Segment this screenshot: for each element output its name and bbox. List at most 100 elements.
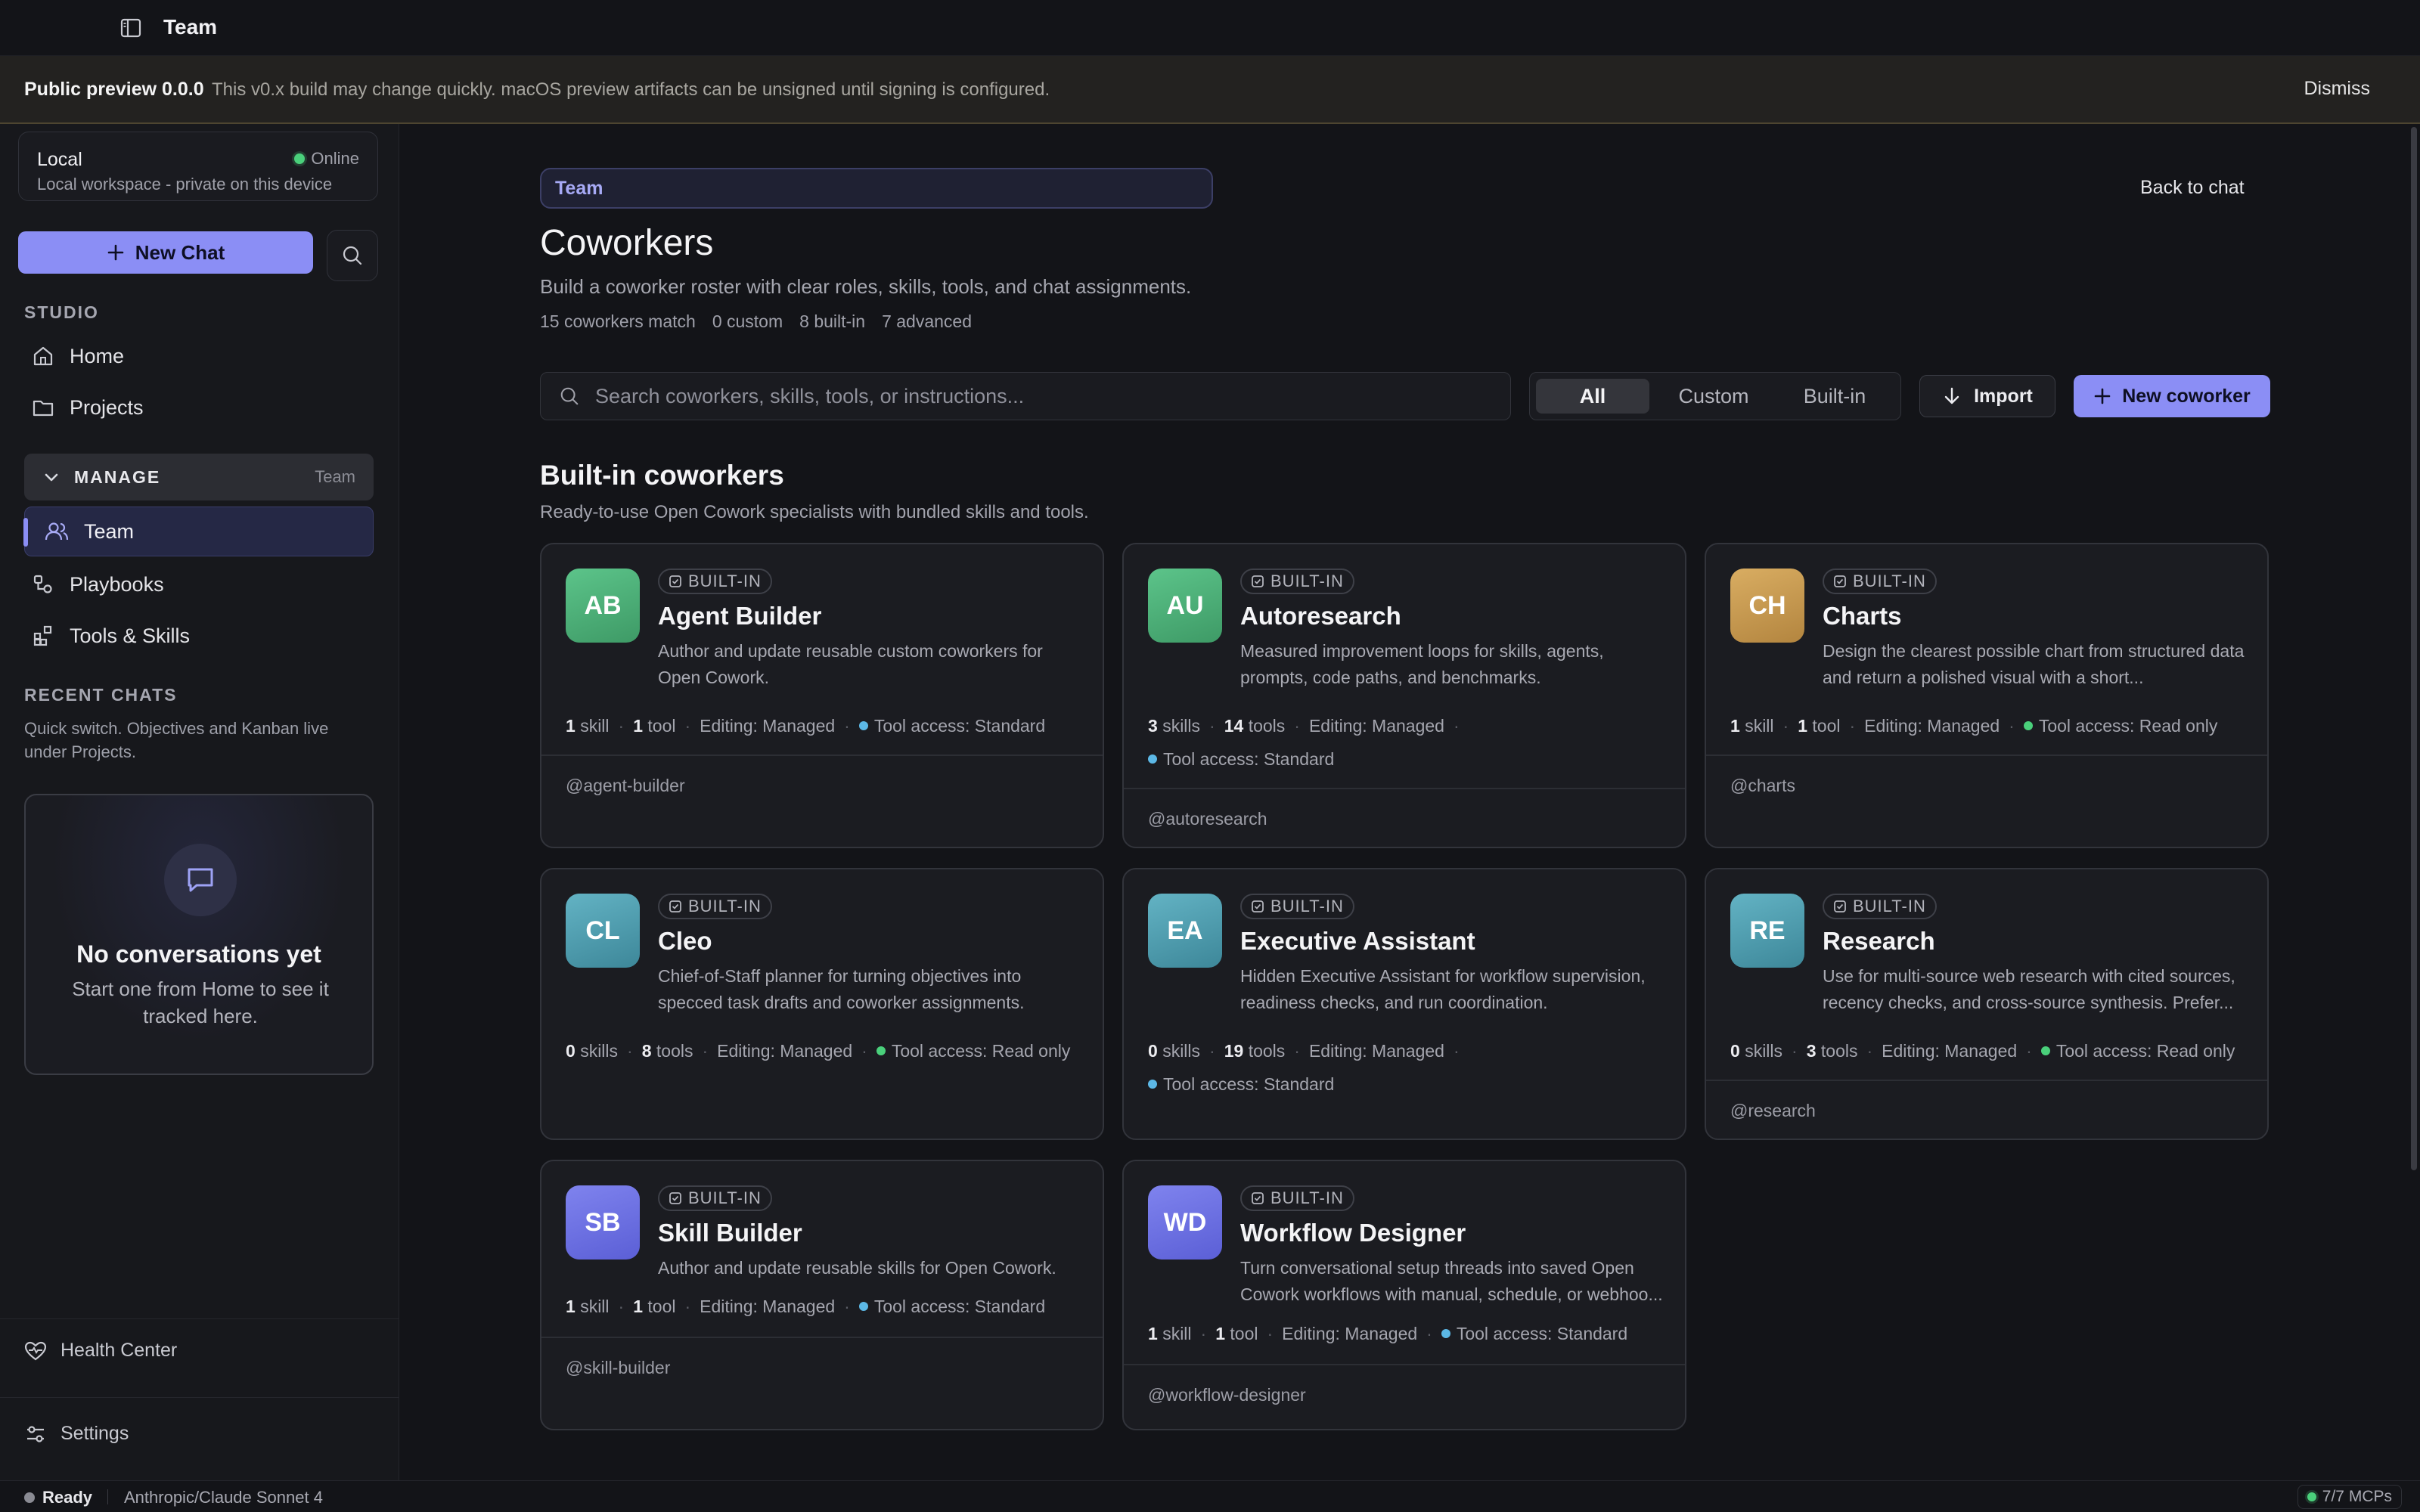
tools-count: 8 tools (642, 1034, 693, 1067)
coworker-handle[interactable]: @skill-builder (566, 1358, 670, 1378)
breadcrumb-label: Team (555, 177, 603, 199)
status-ready-label: Ready (42, 1488, 93, 1507)
card-divider (1124, 1364, 1685, 1365)
preview-banner: Public preview 0.0.0 This v0.x build may… (0, 56, 2420, 124)
settings-button[interactable]: Settings (24, 1423, 129, 1445)
sidebar-item-label: Playbooks (70, 572, 164, 596)
tool-access: Tool access: Standard (858, 1290, 1045, 1323)
skills-count: 3 skills (1148, 709, 1200, 742)
coworker-card[interactable]: EA BUILT-IN Executive Assistant Hidden Exec… (1122, 868, 1686, 1140)
checkbox-icon (1834, 900, 1846, 912)
tools-unit: tools (1248, 1041, 1286, 1061)
avatar-initials: SB (585, 1207, 621, 1237)
coworker-search[interactable] (540, 372, 1511, 420)
coworker-handle[interactable]: @agent-builder (566, 776, 685, 796)
builtin-badge: BUILT-IN (1240, 1185, 1354, 1211)
meta-separator: · (1453, 1041, 1460, 1061)
coworker-card[interactable]: CL BUILT-IN Cleo Chief-of-Staff planner for… (540, 868, 1104, 1140)
avatar-initials: WD (1163, 1207, 1207, 1237)
main-scrollbar[interactable] (2411, 127, 2417, 1170)
sidebar-item-label: Tools & Skills (70, 624, 191, 647)
access-dot-icon (1148, 1080, 1157, 1089)
mcp-status-button[interactable]: 7/7 MCPs (2297, 1485, 2402, 1509)
import-label: Import (1974, 385, 2033, 407)
sliders-icon (27, 1425, 44, 1442)
badge-label: BUILT-IN (1270, 1188, 1344, 1207)
skills-unit: skill (1162, 1324, 1192, 1343)
tools-unit: tool (647, 1297, 676, 1316)
coworker-card[interactable]: RE BUILT-IN Research Use for multi-source w… (1705, 868, 2269, 1140)
builtin-badge: BUILT-IN (1240, 569, 1354, 594)
tools-count: 1 tool (633, 709, 675, 742)
dismiss-button[interactable]: Dismiss (2304, 78, 2371, 100)
breadcrumb[interactable]: Team (540, 168, 1213, 209)
import-button[interactable]: Import (1919, 375, 2055, 417)
new-coworker-button[interactable]: New coworker (2074, 375, 2270, 417)
avatar-initials: EA (1167, 916, 1203, 945)
coworker-avatar: AB (566, 569, 640, 643)
health-center-button[interactable]: Health Center (24, 1340, 177, 1362)
stat-builtin: 8 built-in (799, 311, 866, 331)
skills-number: 1 (566, 716, 576, 736)
sidebar-toggle-icon[interactable] (119, 17, 142, 39)
stat-matches: 15 coworkers match (540, 311, 696, 331)
plus-icon (107, 244, 124, 261)
sidebar-item-projects[interactable]: Projects (24, 386, 372, 429)
sidebar-item-label: Team (84, 519, 135, 543)
filter-custom[interactable]: Custom (1657, 379, 1770, 414)
access-dot-icon (1441, 1329, 1450, 1338)
recent-chats-label: RECENT CHATS (24, 685, 178, 705)
coworker-avatar: CL (566, 894, 640, 968)
sidebar-item-tools-skills[interactable]: Tools & Skills (24, 614, 372, 658)
section-title: Built-in coworkers (540, 460, 784, 491)
meta-separator: · (1849, 716, 1856, 736)
sidebar-item-team[interactable]: Team (23, 507, 374, 556)
checkbox-icon (669, 1192, 681, 1204)
meta-separator: · (1209, 1041, 1215, 1061)
filter-builtin[interactable]: Built-in (1778, 379, 1891, 414)
coworker-handle[interactable]: @research (1730, 1101, 1816, 1121)
sidebar-item-playbooks[interactable]: Playbooks (24, 562, 372, 606)
coworker-card[interactable]: AU BUILT-IN Autoresearch Measured improveme… (1122, 543, 1686, 848)
coworker-handle[interactable]: @charts (1730, 776, 1795, 796)
workspace-desc: Local workspace - private on this device (37, 175, 333, 194)
model-selector[interactable]: Anthropic/Claude Sonnet 4 (124, 1488, 323, 1507)
coworker-description: Use for multi-source web research with c… (1823, 966, 2235, 1012)
checkbox-icon (669, 575, 681, 587)
coworker-card[interactable]: AB BUILT-IN Agent Builder Author and update… (540, 543, 1104, 848)
sidebar-item-home[interactable]: Home (24, 334, 372, 378)
skills-number: 1 (1730, 716, 1740, 736)
manage-section-toggle[interactable]: MANAGE Team (24, 454, 374, 500)
skills-number: 0 (1730, 1041, 1740, 1061)
coworker-handle[interactable]: @autoresearch (1148, 809, 1267, 829)
tool-access-label: Tool access: Read only (891, 1041, 1071, 1061)
coworker-name: Skill Builder (658, 1219, 802, 1247)
back-to-chat-button[interactable]: Back to chat (2140, 177, 2245, 199)
meta-separator: · (1294, 1041, 1300, 1061)
coworker-name: Research (1823, 927, 1935, 955)
filter-all[interactable]: All (1536, 379, 1649, 414)
workspace-card[interactable]: Local Online Local workspace - private o… (18, 132, 378, 201)
coworker-card[interactable]: SB BUILT-IN Skill Builder Author and update… (540, 1160, 1104, 1430)
meta-separator: · (618, 716, 625, 736)
coworker-card[interactable]: WD BUILT-IN Workflow Designer Turn conversa… (1122, 1160, 1686, 1430)
sidebar-search-button[interactable] (327, 230, 378, 281)
new-chat-button[interactable]: New Chat (18, 231, 313, 274)
skills-count: 0 skills (566, 1034, 618, 1067)
tools-count: 3 tools (1807, 1034, 1858, 1067)
tools-unit: tools (1820, 1041, 1858, 1061)
coworker-card[interactable]: CH BUILT-IN Charts Design the clearest poss… (1705, 543, 2269, 848)
coworker-handle[interactable]: @workflow-designer (1148, 1385, 1306, 1405)
coworker-name: Executive Assistant (1240, 927, 1475, 955)
editing-mode: Editing: Managed (1882, 1041, 2018, 1061)
window-title: Team (163, 15, 218, 39)
coworker-meta: 0 skills · 19 tools · Editing: Managed · Tool … (1148, 1034, 1670, 1101)
skills-unit: skill (580, 716, 610, 736)
tools-number: 19 (1224, 1041, 1244, 1061)
coworker-name: Agent Builder (658, 602, 822, 630)
tool-access: Tool access: Read only (876, 1034, 1071, 1067)
meta-separator: · (2026, 1041, 2032, 1061)
workspace-status: Online (294, 149, 359, 169)
editing-mode: Editing: Managed (1864, 716, 2000, 736)
search-input[interactable] (595, 384, 1488, 408)
